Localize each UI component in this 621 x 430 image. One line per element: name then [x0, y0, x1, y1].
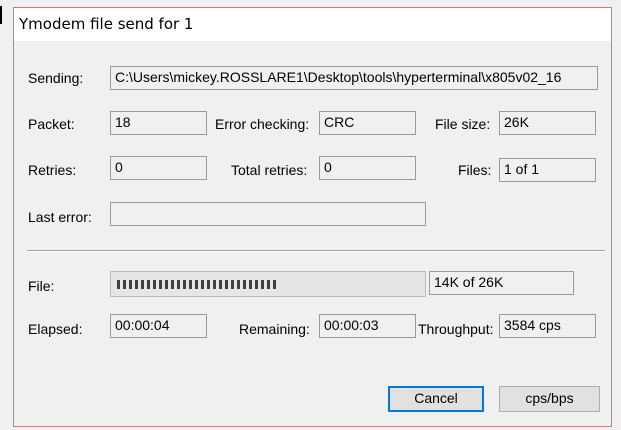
- progress-segment: [177, 280, 180, 289]
- cps-bps-button[interactable]: cps/bps: [499, 386, 600, 412]
- packet-field: 18: [110, 111, 207, 135]
- file-progress-text: 14K of 26K: [429, 271, 574, 295]
- progress-segment: [261, 280, 264, 289]
- progress-segment: [273, 280, 276, 289]
- throughput-field: 3584 cps: [499, 314, 596, 338]
- progress-segment: [267, 280, 270, 289]
- remaining-label: Remaining:: [239, 321, 310, 337]
- elapsed-label: Elapsed:: [28, 321, 83, 337]
- files-field: 1 of 1: [499, 158, 596, 182]
- progress-segment: [237, 280, 240, 289]
- progress-segment: [213, 280, 216, 289]
- file-progress-bar: [110, 271, 426, 297]
- progress-segment: [243, 280, 246, 289]
- cancel-button[interactable]: Cancel: [388, 386, 484, 412]
- progress-segment: [225, 280, 228, 289]
- progress-segment: [135, 280, 138, 289]
- progress-segment: [189, 280, 192, 289]
- progress-segment: [165, 280, 168, 289]
- file-size-label: File size:: [435, 116, 491, 132]
- progress-segment: [219, 280, 222, 289]
- total-retries-label: Total retries:: [231, 162, 308, 178]
- packet-label: Packet:: [28, 116, 75, 132]
- elapsed-field: 00:00:04: [110, 314, 207, 338]
- progress-segment: [123, 280, 126, 289]
- progress-segment: [231, 280, 234, 289]
- progress-segment: [147, 280, 150, 289]
- throughput-label: Throughput:: [418, 321, 494, 337]
- progress-segment: [207, 280, 210, 289]
- retries-label: Retries:: [28, 162, 77, 178]
- error-checking-field: CRC: [319, 111, 416, 135]
- progress-segment: [141, 280, 144, 289]
- separator: [27, 250, 605, 252]
- files-label: Files:: [458, 162, 492, 178]
- error-checking-label: Error checking:: [215, 116, 310, 132]
- sending-label: Sending:: [28, 70, 84, 86]
- progress-segment: [171, 280, 174, 289]
- file-size-field: 26K: [499, 111, 596, 135]
- progress-segment: [117, 280, 120, 289]
- window-title: Ymodem file send for 1: [19, 15, 194, 33]
- title-bar[interactable]: Ymodem file send for 1: [14, 8, 611, 41]
- text-caret: [0, 6, 2, 24]
- last-error-label: Last error:: [28, 209, 92, 225]
- progress-segment: [159, 280, 162, 289]
- last-error-field: [110, 202, 426, 226]
- progress-segment: [249, 280, 252, 289]
- progress-segment: [129, 280, 132, 289]
- remaining-field: 00:00:03: [319, 314, 416, 338]
- progress-segment: [153, 280, 156, 289]
- progress-segment: [183, 280, 186, 289]
- progress-segment: [255, 280, 258, 289]
- progress-segment: [201, 280, 204, 289]
- file-label: File:: [28, 278, 55, 294]
- total-retries-field: 0: [319, 156, 416, 180]
- retries-field: 0: [110, 156, 207, 180]
- ymodem-dialog: Ymodem file send for 1 Sending: C:\Users…: [13, 7, 612, 427]
- sending-path-field: C:\Users\mickey.ROSSLARE1\Desktop\tools\…: [110, 66, 598, 90]
- progress-segment: [195, 280, 198, 289]
